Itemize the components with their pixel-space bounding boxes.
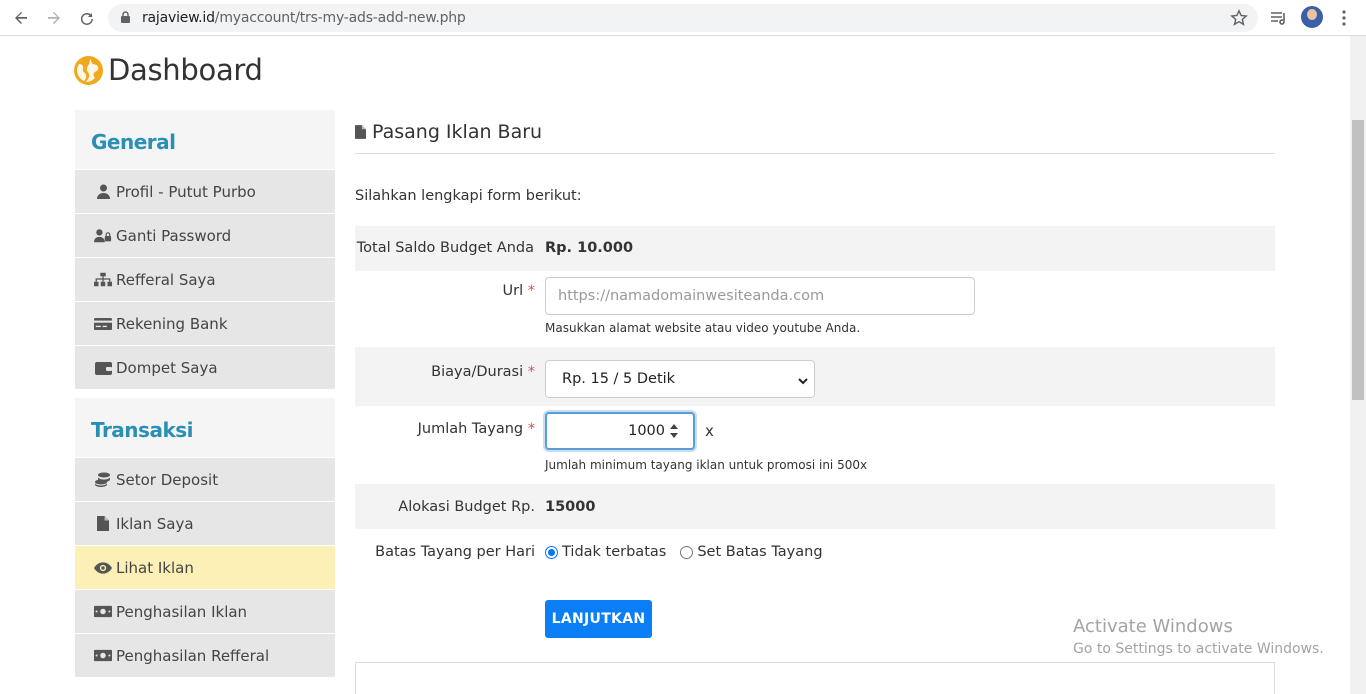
form-title: Pasang Iklan Baru bbox=[355, 110, 1275, 154]
spinner-icon[interactable] bbox=[669, 420, 679, 442]
sidebar-item-iklan-saya[interactable]: Iklan Saya bbox=[75, 501, 335, 545]
forward-arrow-icon[interactable] bbox=[42, 6, 66, 30]
batas-radio-group: Tidak terbatas Set Batas Tayang bbox=[545, 544, 823, 560]
globe-icon bbox=[74, 55, 103, 85]
back-arrow-icon[interactable] bbox=[9, 6, 33, 30]
sidebar-item-setor-deposit[interactable]: Setor Deposit bbox=[75, 457, 335, 501]
chevron-down-icon bbox=[798, 373, 808, 389]
alokasi-value: 15000 bbox=[545, 499, 596, 515]
page-title: Dashboard bbox=[108, 53, 263, 87]
sidebar: General Profil - Putut Purbo Ganti Passw… bbox=[75, 110, 335, 677]
bookmark-star-icon[interactable] bbox=[1230, 9, 1248, 32]
file-icon bbox=[94, 516, 112, 531]
money-icon bbox=[94, 649, 112, 662]
sidebar-item-rekening-bank[interactable]: Rekening Bank bbox=[75, 301, 335, 345]
sidebar-item-refferal[interactable]: Refferal Saya bbox=[75, 257, 335, 301]
sidebar-item-label: Setor Deposit bbox=[116, 470, 219, 489]
sidebar-item-label: Penghasilan Refferal bbox=[116, 646, 270, 665]
saldo-label: Total Saldo Budget Anda bbox=[356, 240, 534, 256]
reload-icon[interactable] bbox=[75, 6, 99, 30]
coins-icon bbox=[94, 472, 112, 487]
saldo-row: Total Saldo Budget Anda Rp. 10.000 bbox=[355, 226, 1275, 271]
batas-label: Batas Tayang per Hari bbox=[375, 544, 535, 560]
biaya-label: Biaya/Durasi * bbox=[431, 364, 535, 380]
sidebar-item-label: Lihat Iklan bbox=[116, 558, 194, 577]
form-intro: Silahkan lengkapi form berikut: bbox=[355, 188, 582, 204]
url-help: Masukkan alamat website atau video youtu… bbox=[545, 321, 861, 335]
jumlah-number-input[interactable]: 1000 bbox=[545, 412, 695, 450]
url-input[interactable]: https://namadomainwesiteanda.com bbox=[545, 277, 975, 315]
sidebar-item-dompet[interactable]: Dompet Saya bbox=[75, 345, 335, 389]
batas-row: Batas Tayang per Hari Tidak terbatas Set… bbox=[355, 529, 1275, 574]
alokasi-label: Alokasi Budget Rp. bbox=[398, 499, 535, 515]
money-icon bbox=[94, 605, 112, 618]
saldo-value: Rp. 10.000 bbox=[545, 240, 634, 256]
sidebar-item-ganti-password[interactable]: Ganti Password bbox=[75, 213, 335, 257]
radio-tidak-terbatas[interactable]: Tidak terbatas bbox=[545, 544, 666, 560]
jumlah-label: Jumlah Tayang * bbox=[417, 421, 535, 437]
radio-set-batas[interactable]: Set Batas Tayang bbox=[680, 544, 823, 560]
profile-avatar[interactable] bbox=[1301, 6, 1323, 28]
url-row: Url * https://namadomainwesiteanda.com M… bbox=[355, 271, 1275, 347]
file-icon bbox=[355, 124, 366, 139]
sidebar-item-label: Refferal Saya bbox=[116, 270, 216, 289]
biaya-select[interactable]: Rp. 15 / 5 Detik bbox=[545, 360, 815, 398]
browser-toolbar: rajaview.id/myaccount/trs-my-ads-add-new… bbox=[0, 0, 1366, 36]
jumlah-help: Jumlah minimum tayang iklan untuk promos… bbox=[545, 458, 868, 472]
sidebar-item-label: Ganti Password bbox=[116, 226, 232, 245]
address-bar[interactable]: rajaview.id/myaccount/trs-my-ads-add-new… bbox=[108, 4, 1258, 32]
main-panel: Pasang Iklan Baru Silahkan lengkapi form… bbox=[355, 110, 1275, 694]
page-content: Dashboard General Profil - Putut Purbo G… bbox=[0, 36, 1350, 694]
alokasi-row: Alokasi Budget Rp. 15000 bbox=[355, 484, 1275, 529]
credit-card-icon bbox=[94, 317, 112, 331]
eye-icon bbox=[94, 561, 112, 574]
url-label: Url * bbox=[502, 283, 535, 299]
sidebar-item-profil[interactable]: Profil - Putut Purbo bbox=[75, 169, 335, 213]
radio-unchecked-icon bbox=[680, 545, 694, 559]
scrollbar[interactable] bbox=[1350, 36, 1366, 694]
menu-kebab-icon[interactable] bbox=[1332, 6, 1356, 30]
sidebar-item-label: Profil - Putut Purbo bbox=[116, 182, 256, 201]
sidebar-item-penghasilan-iklan[interactable]: Penghasilan Iklan bbox=[75, 589, 335, 633]
reading-list-icon[interactable] bbox=[1267, 6, 1291, 30]
radio-checked-icon bbox=[545, 545, 558, 559]
sidebar-item-label: Iklan Saya bbox=[116, 514, 194, 533]
users-lock-icon bbox=[94, 228, 112, 243]
url-text: rajaview.id/myaccount/trs-my-ads-add-new… bbox=[142, 10, 466, 26]
sidebar-item-label: Dompet Saya bbox=[116, 358, 218, 377]
sidebar-heading-general: General bbox=[75, 110, 335, 169]
dashboard-header: Dashboard bbox=[74, 53, 263, 87]
sidebar-heading-transaksi: Transaksi bbox=[75, 398, 335, 457]
jumlah-row: Jumlah Tayang * 1000 x Jumlah minimum ta… bbox=[355, 406, 1275, 484]
wallet-icon bbox=[94, 361, 112, 375]
biaya-row: Biaya/Durasi * Rp. 15 / 5 Detik bbox=[355, 347, 1275, 406]
sidebar-item-label: Penghasilan Iklan bbox=[116, 602, 248, 621]
bottom-panel bbox=[355, 662, 1275, 694]
sidebar-item-lihat-iklan[interactable]: Lihat Iklan bbox=[75, 545, 335, 589]
sidebar-item-label: Rekening Bank bbox=[116, 314, 228, 333]
sitemap-icon bbox=[94, 272, 112, 287]
sidebar-item-penghasilan-refferal[interactable]: Penghasilan Refferal bbox=[75, 633, 335, 677]
scrollbar-thumb[interactable] bbox=[1352, 120, 1364, 400]
user-icon bbox=[94, 184, 112, 199]
lanjutkan-button[interactable]: LANJUTKAN bbox=[545, 600, 652, 638]
lock-icon bbox=[120, 11, 131, 29]
windows-activation-watermark: Activate Windows Go to Settings to activ… bbox=[1073, 616, 1324, 657]
jumlah-suffix: x bbox=[705, 422, 714, 440]
